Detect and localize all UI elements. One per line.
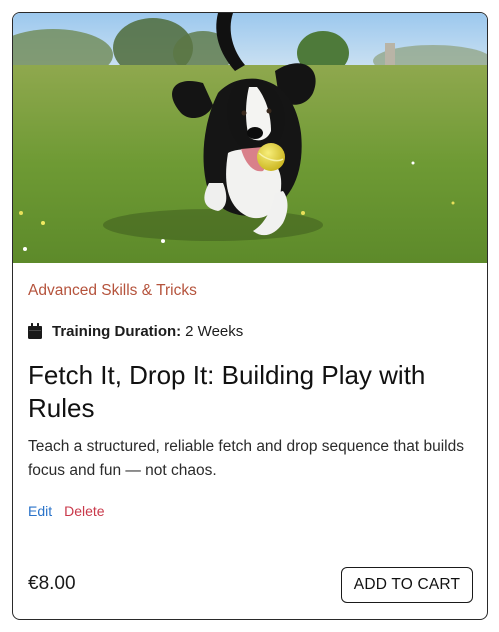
training-duration: Training Duration: 2 Weeks — [28, 320, 243, 342]
product-description: Teach a structured, reliable fetch and d… — [28, 438, 464, 479]
add-to-cart-button[interactable]: ADD TO CART — [341, 567, 473, 603]
duration-label: Training Duration: — [52, 322, 182, 340]
product-card: Advanced Skills & Tricks Training Durati… — [12, 12, 488, 620]
product-image — [13, 13, 487, 263]
calendar-icon — [28, 323, 42, 339]
admin-actions: Edit Delete — [28, 503, 105, 519]
product-category: Advanced Skills & Tricks — [28, 282, 197, 299]
product-price: €8.00 — [28, 573, 76, 594]
delete-link[interactable]: Delete — [64, 503, 104, 519]
product-title: Fetch It, Drop It: Building Play with Ru… — [28, 360, 426, 423]
edit-link[interactable]: Edit — [28, 503, 52, 519]
duration-value: 2 Weeks — [185, 322, 244, 340]
